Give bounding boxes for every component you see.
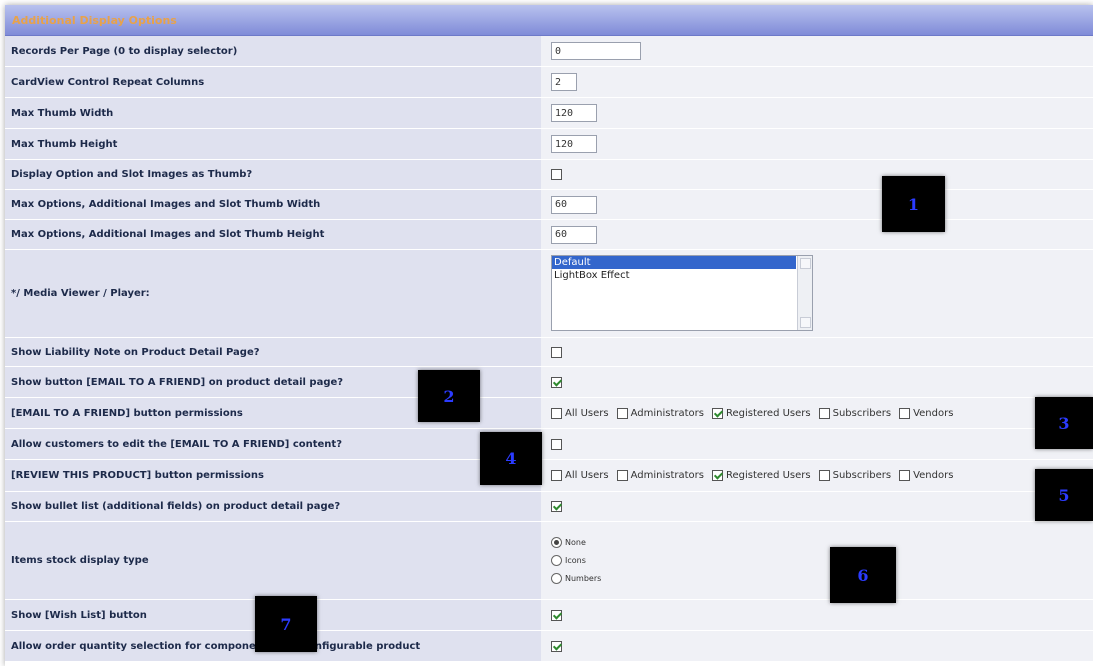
options-thumb-width-input[interactable] xyxy=(551,195,597,214)
checkbox[interactable] xyxy=(818,407,830,419)
radio-button[interactable] xyxy=(551,573,562,584)
label: */ Media Viewer / Player: xyxy=(5,250,541,337)
edit-email-content-checkbox[interactable] xyxy=(551,438,562,450)
perm-registered-users[interactable]: Registered Users xyxy=(711,407,811,419)
row-max-thumb-width: Max Thumb Width xyxy=(5,98,1093,129)
scroll-down-arrow-icon[interactable] xyxy=(800,317,811,328)
additional-display-options-panel: Additional Display Options Records Per P… xyxy=(5,5,1093,666)
row-email-friend-permissions: [EMAIL TO A FRIEND] button permissions A… xyxy=(5,398,1093,429)
listbox-option-default[interactable]: Default xyxy=(552,256,796,269)
callout-badge: 3 xyxy=(1035,397,1093,449)
perm-subscribers[interactable]: Subscribers xyxy=(818,470,891,481)
section-title: Additional Display Options xyxy=(12,13,177,27)
perm-all-users[interactable]: All Users xyxy=(551,470,609,481)
label: Allow customers to edit the [EMAIL TO A … xyxy=(5,429,541,459)
callout-badge: 7 xyxy=(255,596,317,652)
perm-all-users[interactable]: All Users xyxy=(551,407,609,419)
label: CardView Control Repeat Columns xyxy=(5,67,541,97)
wish-list-checkbox[interactable] xyxy=(551,609,562,621)
row-wish-list: Show [Wish List] button xyxy=(5,600,1093,631)
label: Show bullet list (additional fields) on … xyxy=(5,492,541,521)
label: Max Options, Additional Images and Slot … xyxy=(5,190,541,219)
checkbox[interactable] xyxy=(899,470,911,481)
radio-none[interactable]: None xyxy=(551,537,601,548)
checkbox[interactable] xyxy=(616,470,628,481)
label: Max Thumb Height xyxy=(5,129,541,159)
label: Max Thumb Width xyxy=(5,98,541,128)
callout-badge: 5 xyxy=(1035,469,1093,521)
max-thumb-height-input[interactable] xyxy=(551,135,597,153)
cardview-columns-input[interactable] xyxy=(551,73,577,91)
radio-button[interactable] xyxy=(551,555,562,566)
radio-icons[interactable]: Icons xyxy=(551,555,601,566)
callout-badge: 6 xyxy=(830,547,896,603)
row-liability-note: Show Liability Note on Product Detail Pa… xyxy=(5,338,1093,367)
label: Show Liability Note on Product Detail Pa… xyxy=(5,338,541,366)
listbox-scrollbar[interactable] xyxy=(797,256,812,330)
row-bullet-list: Show bullet list (additional fields) on … xyxy=(5,492,1093,522)
label: Items stock display type xyxy=(5,522,541,599)
callout-badge: 4 xyxy=(480,432,542,485)
media-viewer-listbox[interactable]: Default LightBox Effect xyxy=(551,255,813,331)
email-friend-checkbox[interactable] xyxy=(551,376,562,388)
row-review-permissions: [REVIEW THIS PRODUCT] button permissions… xyxy=(5,460,1093,492)
checkbox[interactable] xyxy=(551,407,562,419)
label: Max Options, Additional Images and Slot … xyxy=(5,220,541,249)
perm-vendors[interactable]: Vendors xyxy=(899,407,953,419)
perm-administrators[interactable]: Administrators xyxy=(616,470,704,481)
bullet-list-checkbox[interactable] xyxy=(551,501,562,512)
stock-display-radio-group: None Icons Numbers xyxy=(551,537,601,584)
checkbox[interactable] xyxy=(711,470,723,481)
label: Display Option and Slot Images as Thumb? xyxy=(5,160,541,189)
row-edit-email-content: Allow customers to edit the [EMAIL TO A … xyxy=(5,429,1093,460)
label: Records Per Page (0 to display selector) xyxy=(5,36,541,66)
records-per-page-input[interactable] xyxy=(551,42,641,60)
row-order-quantity-components: Allow order quantity selection for compo… xyxy=(5,631,1093,662)
label: [REVIEW THIS PRODUCT] button permissions xyxy=(5,460,541,491)
checkbox[interactable] xyxy=(899,407,911,419)
callout-badge: 1 xyxy=(882,176,945,232)
row-media-viewer: */ Media Viewer / Player: Default LightB… xyxy=(5,250,1093,338)
section-header: Additional Display Options xyxy=(5,5,1093,36)
checkbox[interactable] xyxy=(551,470,562,481)
perm-administrators[interactable]: Administrators xyxy=(616,407,704,419)
scroll-up-arrow-icon[interactable] xyxy=(800,258,811,269)
callout-badge: 2 xyxy=(418,370,480,422)
liability-note-checkbox[interactable] xyxy=(551,346,562,358)
options-thumb-height-input[interactable] xyxy=(551,225,597,244)
perm-subscribers[interactable]: Subscribers xyxy=(818,407,891,419)
perm-registered-users[interactable]: Registered Users xyxy=(711,470,811,481)
listbox-option-lightbox[interactable]: LightBox Effect xyxy=(552,269,812,282)
option-images-as-thumb-checkbox[interactable] xyxy=(551,169,562,180)
order-quantity-checkbox[interactable] xyxy=(551,640,562,652)
row-email-friend-button: Show button [EMAIL TO A FRIEND] on produ… xyxy=(5,367,1093,398)
checkbox[interactable] xyxy=(818,470,830,481)
radio-numbers[interactable]: Numbers xyxy=(551,573,601,584)
row-stock-display-type: Items stock display type None Icons Numb… xyxy=(5,522,1093,600)
radio-button[interactable] xyxy=(551,537,562,548)
row-cardview-columns: CardView Control Repeat Columns xyxy=(5,67,1093,98)
checkbox[interactable] xyxy=(616,407,628,419)
perm-vendors[interactable]: Vendors xyxy=(899,470,953,481)
row-max-thumb-height: Max Thumb Height xyxy=(5,129,1093,160)
row-records-per-page: Records Per Page (0 to display selector) xyxy=(5,36,1093,67)
max-thumb-width-input[interactable] xyxy=(551,104,597,122)
checkbox[interactable] xyxy=(711,407,723,419)
